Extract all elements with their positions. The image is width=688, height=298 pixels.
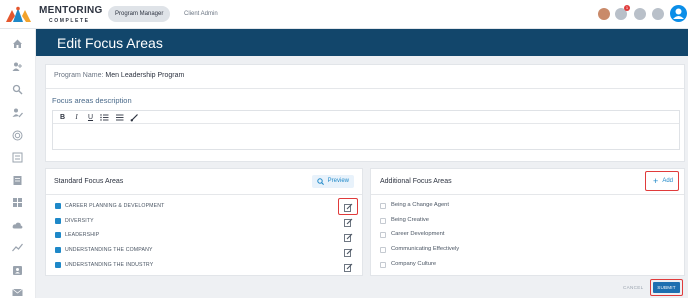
cloud-icon[interactable]	[12, 220, 23, 231]
logo-icon	[6, 6, 31, 22]
checkbox[interactable]	[380, 247, 386, 253]
brand: MENTORING COMPLETE	[39, 6, 103, 26]
checkbox[interactable]	[55, 262, 61, 268]
list-item: Being a Change Agent	[391, 202, 450, 208]
list-item: Company Culture	[391, 261, 437, 267]
help-icon[interactable]	[634, 8, 646, 20]
edit-icon[interactable]	[344, 263, 353, 272]
editor-toolbar: B I U	[53, 111, 679, 124]
home-icon[interactable]	[12, 38, 23, 49]
checkbox[interactable]	[55, 247, 61, 253]
highlight-box	[338, 198, 358, 215]
groups-icon[interactable]	[12, 197, 23, 208]
search-user-icon[interactable]	[12, 84, 23, 95]
page-title: Edit Focus Areas	[57, 35, 163, 51]
list-item: UNDERSTANDING THE COMPANY	[65, 247, 153, 253]
list-item: LEADERSHIP	[65, 232, 100, 238]
divider	[371, 194, 684, 195]
list-item: Career Development	[391, 231, 445, 237]
notification-badge: 1	[624, 5, 630, 11]
user-icon	[673, 8, 684, 19]
ordered-list-icon[interactable]	[100, 113, 109, 122]
checkbox[interactable]	[55, 203, 61, 209]
edit-user-icon[interactable]	[12, 107, 23, 118]
description-label: Focus areas description	[52, 96, 132, 105]
bold-button[interactable]: B	[58, 113, 67, 122]
divider	[46, 194, 362, 195]
users-icon[interactable]	[12, 61, 23, 72]
tab-client-admin[interactable]: Client Admin	[177, 6, 225, 22]
sidebar	[0, 29, 36, 298]
checkbox[interactable]	[380, 232, 386, 238]
globe-icon[interactable]	[598, 8, 610, 20]
italic-button[interactable]: I	[72, 113, 81, 122]
cancel-button[interactable]: CANCEL	[623, 285, 643, 290]
book-icon[interactable]	[12, 175, 23, 186]
list-item: Communicating Effectively	[391, 246, 460, 252]
mail-icon[interactable]	[12, 287, 23, 298]
checkbox[interactable]	[55, 232, 61, 238]
standard-title: Standard Focus Areas	[54, 178, 124, 185]
program-name-label: Program Name:	[54, 72, 104, 79]
list-item: Being Creative	[391, 217, 430, 223]
calendar-icon[interactable]	[652, 8, 664, 20]
edit-icon[interactable]	[344, 233, 353, 242]
chart-icon[interactable]	[12, 242, 23, 253]
list-item: CAREER PLANNING & DEVELOPMENT	[65, 203, 165, 209]
checkbox[interactable]	[380, 203, 386, 209]
preview-button[interactable]: Preview	[312, 175, 354, 188]
edit-icon[interactable]	[344, 218, 353, 227]
target-icon[interactable]	[12, 130, 23, 141]
rich-text-editor[interactable]: B I U	[52, 110, 680, 150]
bullet-list-icon[interactable]	[115, 113, 124, 122]
divider	[46, 88, 684, 89]
checkbox[interactable]	[380, 218, 386, 224]
tab-program-manager[interactable]: Program Manager	[108, 6, 171, 22]
additional-title: Additional Focus Areas	[380, 178, 452, 185]
underline-button[interactable]: U	[86, 113, 95, 122]
preview-label: Preview	[327, 178, 349, 184]
brush-icon[interactable]	[130, 113, 139, 122]
search-icon	[317, 178, 324, 185]
list-icon[interactable]	[12, 152, 23, 163]
id-card-icon[interactable]	[12, 265, 23, 276]
program-name-value: Men Leadership Program	[105, 72, 185, 79]
checkbox[interactable]	[55, 218, 61, 224]
brand-sub: COMPLETE	[49, 18, 90, 24]
top-bar: MENTORING COMPLETE Program Manager Clien…	[0, 0, 688, 29]
list-item: UNDERSTANDING THE INDUSTRY	[65, 262, 154, 268]
checkbox[interactable]	[380, 262, 386, 268]
edit-icon[interactable]	[344, 248, 353, 257]
highlight-box	[645, 171, 679, 191]
list-item: DIVERSITY	[65, 218, 94, 224]
highlight-box	[650, 279, 683, 296]
brand-name: MENTORING	[39, 5, 103, 16]
program-label: Program Name: Men Leadership Program	[54, 72, 184, 79]
avatar[interactable]	[670, 5, 687, 22]
